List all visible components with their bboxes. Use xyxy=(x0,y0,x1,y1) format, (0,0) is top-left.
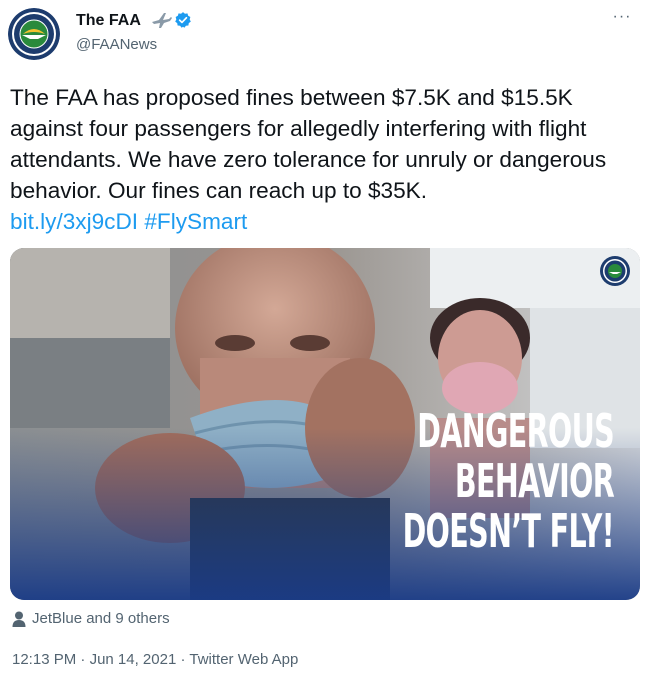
tweet-text: The FAA has proposed fines between $7.5K… xyxy=(10,82,638,237)
faa-seal-icon xyxy=(8,8,60,60)
overlay-line-1: DANGEROUS xyxy=(417,404,614,458)
media-overlay-text: DANGEROUS BEHAVIOR DOESN’T FLY! xyxy=(273,404,615,558)
airplane-icon xyxy=(152,13,172,28)
verified-badge-icon xyxy=(175,12,191,28)
meta-separator: · xyxy=(176,651,190,668)
avatar[interactable] xyxy=(8,8,60,60)
tweet-link[interactable]: bit.ly/3xj9cDI xyxy=(10,209,138,234)
tweet-source[interactable]: Twitter Web App xyxy=(189,651,298,668)
meta-separator: · xyxy=(76,651,90,668)
tweet-media-image[interactable]: DANGEROUS BEHAVIOR DOESN’T FLY! xyxy=(10,248,640,600)
person-icon xyxy=(12,611,26,627)
overlay-line-2: BEHAVIOR xyxy=(454,454,615,508)
hashtag-link[interactable]: #FlySmart xyxy=(144,209,247,234)
faa-seal-icon xyxy=(600,256,630,286)
tweet-body: The FAA has proposed fines between $7.5K… xyxy=(10,85,607,203)
tweet-card: The FAA @FAANews ··· The FAA has propose… xyxy=(0,0,650,677)
tweet-timestamp: 12:13 PM · Jun 14, 2021 · Twitter Web Ap… xyxy=(12,651,298,668)
tweet-time[interactable]: 12:13 PM xyxy=(12,651,76,668)
overlay-line-3: DOESN’T FLY! xyxy=(402,504,615,558)
display-name[interactable]: The FAA xyxy=(76,12,141,30)
tagged-people[interactable]: JetBlue and 9 others xyxy=(12,610,170,627)
more-options-icon[interactable]: ··· xyxy=(610,8,634,26)
tagged-label: JetBlue and 9 others xyxy=(32,610,170,627)
tweet-date[interactable]: Jun 14, 2021 xyxy=(90,651,177,668)
user-handle[interactable]: @FAANews xyxy=(76,36,157,53)
